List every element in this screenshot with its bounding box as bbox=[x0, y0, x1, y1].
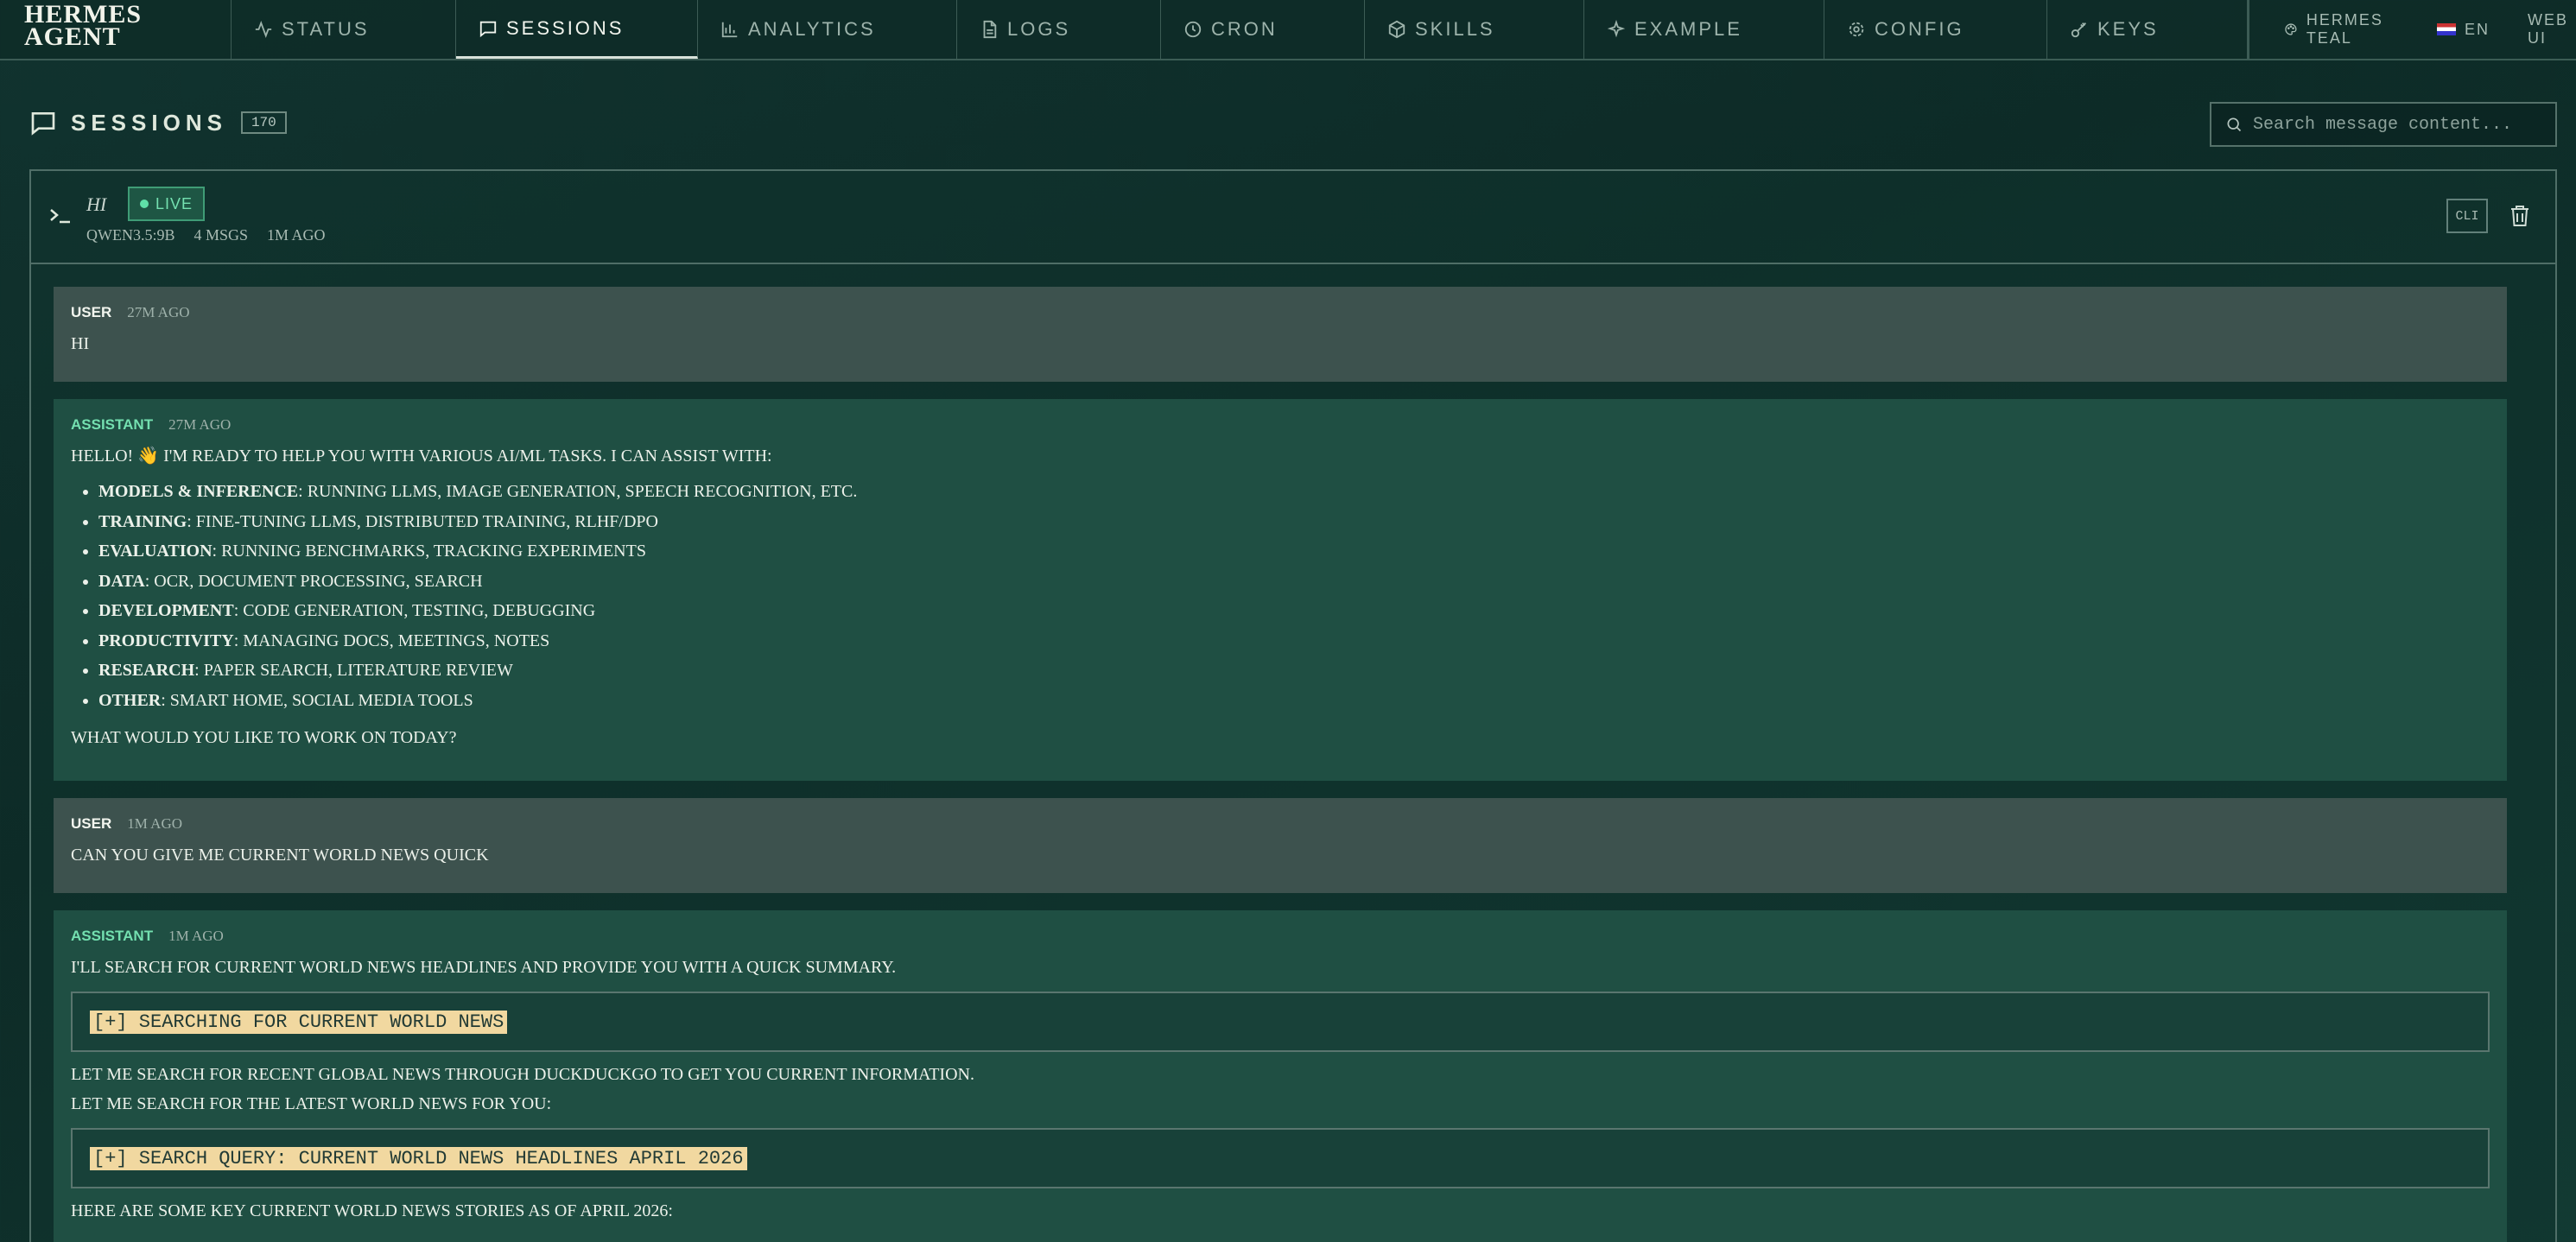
message-line: I'LL SEARCH FOR CURRENT WORLD NEWS HEADL… bbox=[71, 958, 897, 977]
message-user: USER 1M AGO CAN YOU GIVE ME CURRENT WORL… bbox=[54, 798, 2507, 893]
message-line: LET ME SEARCH FOR RECENT GLOBAL NEWS THR… bbox=[71, 1065, 974, 1084]
session-title: HI bbox=[86, 193, 107, 215]
nav-right: HERMES TEAL EN WEB UI bbox=[2248, 0, 2576, 59]
tab-sessions[interactable]: SESSIONS bbox=[456, 0, 698, 59]
tab-analytics[interactable]: ANALYTICS bbox=[698, 0, 957, 59]
message-role: ASSISTANT bbox=[71, 416, 154, 433]
flag-icon bbox=[2437, 23, 2457, 35]
tool-call-label: [+] SEARCH QUERY: CURRENT WORLD NEWS HEA… bbox=[90, 1146, 747, 1170]
message-role: ASSISTANT bbox=[71, 928, 154, 944]
session-header[interactable]: HI LIVE QWEN3.5:9B 4 MSGS 1M AGO CLI bbox=[31, 171, 2555, 264]
tab-config-label: CONFIG bbox=[1875, 18, 1964, 40]
live-label: LIVE bbox=[155, 194, 194, 212]
tab-keys-label: KEYS bbox=[2097, 18, 2159, 40]
message-text: CAN YOU GIVE ME CURRENT WORLD NEWS QUICK bbox=[71, 846, 489, 865]
tab-analytics-label: ANALYTICS bbox=[748, 18, 876, 40]
session-count-badge: 170 bbox=[240, 111, 287, 134]
message-time: 1M AGO bbox=[127, 815, 182, 832]
top-nav: HERMES AGENT STATUS SESSIONS ANALYTICS L… bbox=[0, 0, 2576, 60]
tab-config[interactable]: CONFIG bbox=[1824, 0, 2047, 59]
key-icon bbox=[2071, 22, 2086, 38]
tab-skills[interactable]: SKILLS bbox=[1365, 0, 1584, 59]
bar-chart-icon bbox=[721, 22, 738, 38]
message-outro: WHAT WOULD YOU LIKE TO WORK ON TODAY? bbox=[71, 728, 457, 747]
tool-call-label: [+] SEARCHING FOR CURRENT WORLD NEWS bbox=[90, 1010, 508, 1034]
gear-icon bbox=[1849, 22, 1864, 37]
page-title: SESSIONS bbox=[71, 109, 227, 136]
tab-cron-label: CRON bbox=[1211, 18, 1278, 40]
tab-logs-label: LOGS bbox=[1007, 18, 1071, 40]
message-time: 27M AGO bbox=[127, 304, 190, 320]
capability-list: MODELS & INFERENCE: RUNNING LLMS, IMAGE … bbox=[98, 477, 2490, 715]
tab-status-label: STATUS bbox=[282, 18, 370, 40]
list-item: TRAINING: FINE-TUNING LLMS, DISTRIBUTED … bbox=[98, 507, 2490, 537]
message-time: 1M AGO bbox=[168, 928, 224, 944]
brand-logo[interactable]: HERMES AGENT bbox=[0, 0, 232, 59]
list-item: EVALUATION: RUNNING BENCHMARKS, TRACKING… bbox=[98, 536, 2490, 567]
session-card: HI LIVE QWEN3.5:9B 4 MSGS 1M AGO CLI USE… bbox=[29, 169, 2557, 1242]
activity-icon bbox=[255, 21, 272, 38]
page-header: SESSIONS 170 bbox=[29, 109, 287, 136]
list-item: PRODUCTIVITY: MANAGING DOCS, MEETINGS, N… bbox=[98, 626, 2490, 656]
file-icon bbox=[983, 20, 997, 39]
tab-example-label: EXAMPLE bbox=[1634, 18, 1742, 40]
chat-icon bbox=[479, 21, 497, 37]
live-dot-icon bbox=[140, 200, 149, 208]
message-user: USER 27M AGO HI bbox=[54, 287, 2507, 382]
live-badge: LIVE bbox=[128, 187, 206, 221]
terminal-icon bbox=[50, 209, 70, 224]
language-label: EN bbox=[2465, 20, 2490, 38]
message-assistant: ASSISTANT 27M AGO HELLO! 👋 I'M READY TO … bbox=[54, 399, 2507, 781]
session-model: QWEN3.5:9B bbox=[86, 226, 175, 244]
source-badge: CLI bbox=[2446, 199, 2488, 233]
search-input[interactable] bbox=[2253, 114, 2555, 135]
tab-logs[interactable]: LOGS bbox=[957, 0, 1161, 59]
brand-line-2: AGENT bbox=[24, 22, 121, 51]
list-item: MODELS & INFERENCE: RUNNING LLMS, IMAGE … bbox=[98, 477, 2490, 507]
session-msg-count: 4 MSGS bbox=[194, 226, 249, 244]
session-meta: QWEN3.5:9B 4 MSGS 1M AGO bbox=[86, 226, 326, 244]
message-assistant: ASSISTANT 1M AGO I'LL SEARCH FOR CURRENT… bbox=[54, 910, 2507, 1242]
palette-icon bbox=[2285, 23, 2297, 35]
package-icon bbox=[1388, 20, 1405, 39]
tool-call-box[interactable]: [+] SEARCHING FOR CURRENT WORLD NEWS bbox=[71, 992, 2490, 1052]
message-line: LET ME SEARCH FOR THE LATEST WORLD NEWS … bbox=[71, 1094, 552, 1113]
list-item: OTHER: SMART HOME, SOCIAL MEDIA TOOLS bbox=[98, 686, 2490, 716]
sparkle-icon bbox=[1607, 20, 1626, 38]
tab-status[interactable]: STATUS bbox=[232, 0, 456, 59]
webui-label: WEB UI bbox=[2528, 11, 2569, 47]
tab-keys[interactable]: KEYS bbox=[2047, 0, 2248, 59]
search-box bbox=[2210, 102, 2557, 147]
message-time: 27M AGO bbox=[168, 416, 232, 433]
trash-icon[interactable] bbox=[2509, 204, 2531, 228]
language-switcher[interactable]: EN bbox=[2437, 21, 2490, 39]
tab-example[interactable]: EXAMPLE bbox=[1584, 0, 1824, 59]
message-line: HERE ARE SOME KEY CURRENT WORLD NEWS STO… bbox=[71, 1201, 673, 1220]
list-item: DEVELOPMENT: CODE GENERATION, TESTING, D… bbox=[98, 596, 2490, 626]
tab-skills-label: SKILLS bbox=[1415, 18, 1495, 40]
message-role: USER bbox=[71, 304, 112, 320]
clock-icon bbox=[1184, 21, 1202, 38]
message-role: USER bbox=[71, 815, 112, 832]
list-item: DATA: OCR, DOCUMENT PROCESSING, SEARCH bbox=[98, 567, 2490, 597]
tab-sessions-label: SESSIONS bbox=[506, 16, 625, 39]
list-item: RESEARCH: PAPER SEARCH, LITERATURE REVIE… bbox=[98, 656, 2490, 686]
message-intro: HELLO! 👋 I'M READY TO HELP YOU WITH VARI… bbox=[71, 447, 772, 466]
message-text: HI bbox=[71, 334, 90, 353]
theme-switcher[interactable]: HERMES TEAL bbox=[2284, 11, 2399, 48]
session-age: 1M AGO bbox=[267, 226, 326, 244]
search-icon bbox=[2227, 117, 2242, 132]
tab-cron[interactable]: CRON bbox=[1161, 0, 1365, 59]
theme-label: HERMES TEAL bbox=[2306, 11, 2383, 47]
tool-call-box[interactable]: [+] SEARCH QUERY: CURRENT WORLD NEWS HEA… bbox=[71, 1128, 2490, 1188]
chat-icon bbox=[31, 112, 55, 136]
